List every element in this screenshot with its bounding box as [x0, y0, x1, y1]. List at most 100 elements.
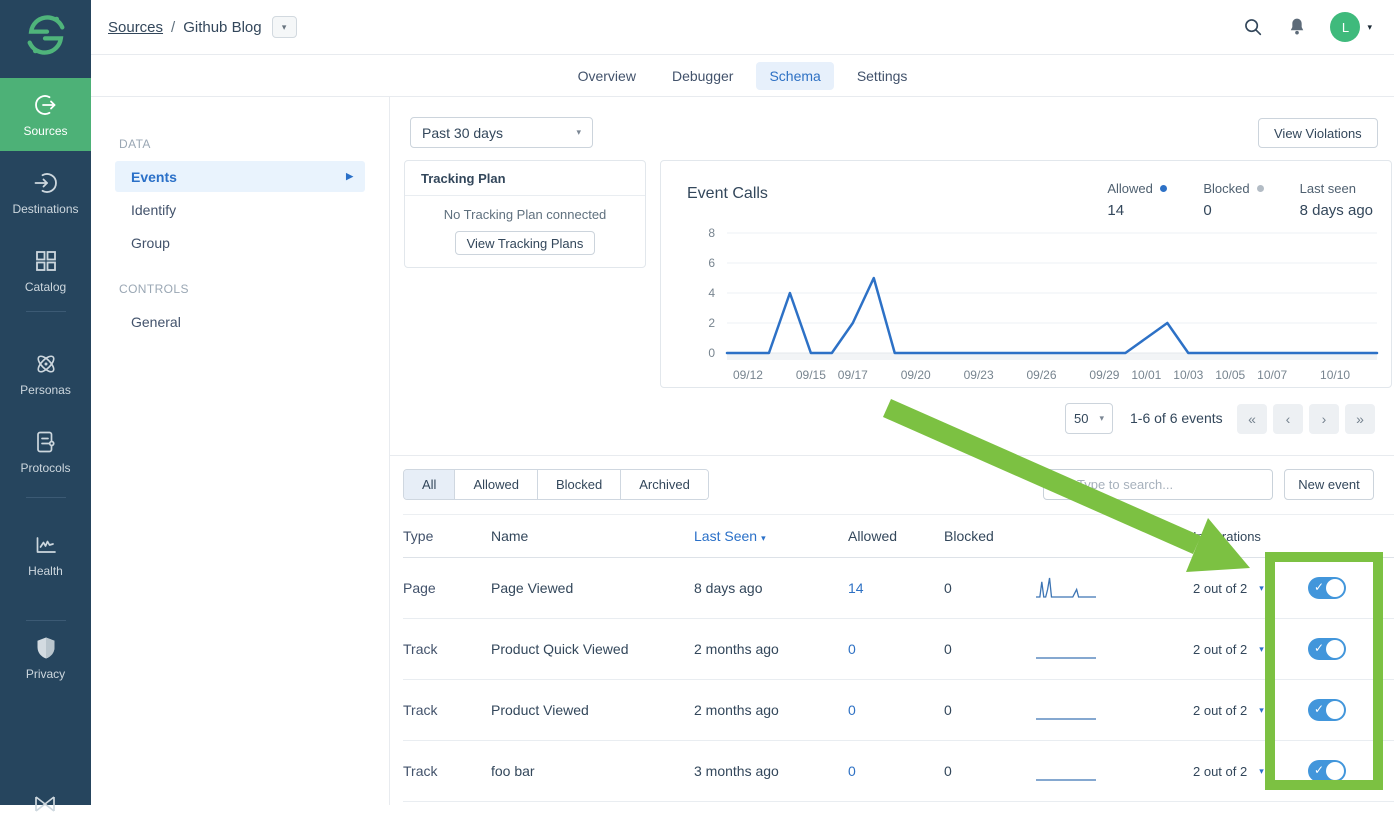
- schema-sidebar: DATA Events ▶ Identify Group CONTROLS Ge…: [91, 97, 390, 805]
- sidebar-item-sources[interactable]: Sources: [0, 78, 91, 151]
- last-page-button[interactable]: »: [1345, 404, 1375, 434]
- integrations-dropdown[interactable]: 2 out of 2 ▾: [1193, 764, 1308, 779]
- sidebar-item-label: Destinations: [12, 202, 78, 216]
- event-name: foo bar: [491, 763, 694, 779]
- integrations-dropdown[interactable]: 2 out of 2 ▾: [1193, 703, 1308, 718]
- filter-all[interactable]: All: [404, 470, 455, 499]
- event-type: Track: [403, 641, 491, 657]
- chevron-down-icon: ▾: [1259, 644, 1264, 655]
- integrations-count: 2 out of 2: [1193, 581, 1247, 596]
- svg-text:09/26: 09/26: [1027, 368, 1057, 382]
- event-calls-chart: 8642009/1209/1509/1709/2009/2309/2609/29…: [665, 219, 1389, 387]
- svg-text:09/20: 09/20: [901, 368, 931, 382]
- integrations-dropdown[interactable]: 2 out of 2 ▾: [1193, 642, 1308, 657]
- tab-settings[interactable]: Settings: [844, 62, 921, 90]
- sidenav-item-general[interactable]: General: [115, 306, 365, 337]
- allowed-count-link[interactable]: 0: [848, 763, 856, 779]
- event-name: Product Viewed: [491, 702, 694, 718]
- sidebar-item-label: Catalog: [25, 280, 66, 294]
- event-calls-stats: Allowed 14 Blocked 0 Last seen 8 days ag…: [1107, 181, 1373, 219]
- volume-sparkline: [1035, 635, 1097, 661]
- sidenav-item-label: Events: [131, 169, 177, 185]
- segment-logo[interactable]: [0, 12, 91, 58]
- event-last-seen: 2 months ago: [694, 641, 848, 657]
- event-enabled-toggle[interactable]: ✓: [1308, 760, 1346, 782]
- next-page-button[interactable]: ›: [1309, 404, 1339, 434]
- tracking-plan-card: Tracking Plan No Tracking Plan connected…: [404, 160, 646, 268]
- app-window: Sources Destinations Catalog: [0, 0, 1394, 805]
- tab-schema[interactable]: Schema: [756, 62, 833, 90]
- integrations-count: 2 out of 2: [1193, 642, 1247, 657]
- filter-archived[interactable]: Archived: [621, 470, 708, 499]
- source-switcher-button[interactable]: ▾: [272, 16, 297, 38]
- search-icon[interactable]: [1242, 16, 1264, 38]
- filter-allowed[interactable]: Allowed: [455, 470, 538, 499]
- sidenav-item-group[interactable]: Group: [115, 227, 365, 258]
- svg-text:10/07: 10/07: [1257, 368, 1287, 382]
- sidenav-item-label: Group: [131, 235, 170, 251]
- sidenav-item-label: General: [131, 314, 181, 330]
- events-table: Type Name Last Seen▾ Allowed Blocked Int…: [403, 514, 1394, 802]
- prev-page-button[interactable]: ‹: [1273, 404, 1303, 434]
- search-input[interactable]: [1075, 476, 1263, 493]
- event-enabled-toggle[interactable]: ✓: [1308, 577, 1346, 599]
- tab-overview[interactable]: Overview: [565, 62, 649, 90]
- page-size-select[interactable]: 50 ▾: [1065, 403, 1113, 434]
- sidenav-item-identify[interactable]: Identify: [115, 194, 365, 225]
- time-range-select[interactable]: Past 30 days ▾: [410, 117, 593, 148]
- col-name: Name: [491, 528, 694, 544]
- blocked-legend-dot: [1257, 185, 1264, 192]
- allowed-legend-dot: [1160, 185, 1167, 192]
- event-enabled-toggle[interactable]: ✓: [1308, 699, 1346, 721]
- sidebar-item-health[interactable]: Health: [0, 523, 91, 587]
- allowed-count-link[interactable]: 0: [848, 641, 856, 657]
- sources-icon: [33, 92, 59, 118]
- section-divider: [390, 455, 1394, 456]
- svg-text:09/17: 09/17: [838, 368, 868, 382]
- sidebar-item-protocols[interactable]: Protocols: [0, 420, 91, 484]
- view-violations-button[interactable]: View Violations: [1258, 118, 1378, 148]
- sidebar-item-privacy[interactable]: Privacy: [0, 626, 91, 690]
- destinations-icon: [33, 170, 59, 196]
- breadcrumb-separator: /: [171, 19, 175, 36]
- volume-sparkline: [1035, 574, 1097, 600]
- sidebar-divider: [26, 311, 66, 312]
- chevron-down-icon: ▾: [1259, 705, 1264, 716]
- col-last-seen-sort[interactable]: Last Seen▾: [694, 528, 848, 544]
- event-search: [1043, 469, 1273, 500]
- toggle-knob: [1326, 640, 1344, 658]
- event-type: Track: [403, 702, 491, 718]
- tab-debugger[interactable]: Debugger: [659, 62, 747, 90]
- pagination: 50 ▾ 1-6 of 6 events « ‹ › »: [390, 403, 1394, 434]
- view-tracking-plans-button[interactable]: View Tracking Plans: [455, 231, 596, 255]
- chevron-down-icon: ▾: [1099, 413, 1104, 424]
- stat-label: Allowed: [1107, 181, 1153, 196]
- sidebar-item-personas[interactable]: Personas: [0, 342, 91, 406]
- breadcrumb-sources-link[interactable]: Sources: [108, 19, 163, 36]
- col-integrations: Integrations: [1193, 529, 1308, 544]
- sidebar-item-catalog[interactable]: Catalog: [0, 239, 91, 303]
- chevron-right-icon: ▶: [346, 171, 353, 182]
- event-name: Product Quick Viewed: [491, 641, 694, 657]
- svg-text:10/10: 10/10: [1320, 368, 1350, 382]
- sidebar-item-destinations[interactable]: Destinations: [0, 161, 91, 225]
- first-page-button[interactable]: «: [1237, 404, 1267, 434]
- filter-blocked[interactable]: Blocked: [538, 470, 621, 499]
- time-range-value: Past 30 days: [422, 125, 503, 141]
- col-label: Last Seen: [694, 528, 757, 544]
- user-menu[interactable]: L ▾: [1330, 12, 1372, 42]
- allowed-count-link[interactable]: 14: [848, 580, 864, 596]
- sidebar-divider: [26, 497, 66, 498]
- notifications-bell-icon[interactable]: [1286, 16, 1308, 38]
- more-nav-icon[interactable]: [32, 795, 58, 821]
- sidenav-item-label: Identify: [131, 202, 176, 218]
- new-event-button[interactable]: New event: [1284, 469, 1374, 500]
- blocked-count: 0: [944, 763, 1035, 779]
- sidenav-item-events[interactable]: Events ▶: [115, 161, 365, 192]
- health-icon: [33, 532, 59, 558]
- event-enabled-toggle[interactable]: ✓: [1308, 638, 1346, 660]
- integrations-dropdown[interactable]: 2 out of 2 ▾: [1193, 581, 1308, 596]
- event-last-seen: 8 days ago: [694, 580, 848, 596]
- allowed-count-link[interactable]: 0: [848, 702, 856, 718]
- check-icon: ✓: [1314, 641, 1324, 655]
